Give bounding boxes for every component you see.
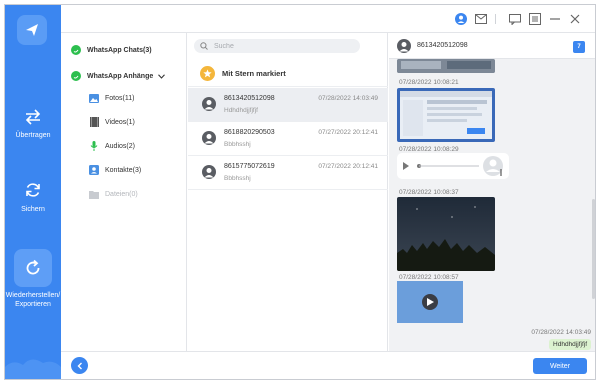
next-button[interactable]: Weiter bbox=[533, 358, 587, 374]
chat-row[interactable]: 8615775072619 Bbbhsshj 07/27/2022 20:12:… bbox=[188, 156, 388, 190]
audio-player bbox=[403, 156, 503, 176]
message-timestamp: 07/28/2022 10:08:21 bbox=[399, 79, 459, 86]
category-chats-label: WhatsApp Chats(3) bbox=[87, 46, 152, 54]
chevron-left-icon bbox=[77, 362, 82, 369]
message-timestamp: 07/28/2022 10:08:37 bbox=[399, 189, 459, 196]
top-bar bbox=[61, 5, 595, 33]
close-icon[interactable] bbox=[569, 13, 581, 25]
transfer-icon bbox=[25, 109, 41, 125]
category-contacts-label: Kontakte(3) bbox=[105, 166, 142, 174]
nav-restore-label: Wiederherstellen/ Exportieren bbox=[5, 292, 61, 308]
nav-restore-export[interactable]: Wiederherstellen/ Exportieren bbox=[5, 249, 61, 309]
app-window: Übertragen Sichern Wiederherstellen/ Exp… bbox=[4, 4, 596, 380]
video-thumbnail bbox=[397, 281, 463, 323]
avatar bbox=[397, 39, 411, 53]
category-audios[interactable]: Audios(2) bbox=[89, 141, 135, 151]
category-files-label: Dateien(0) bbox=[105, 190, 138, 198]
conversation-panel: 07/28/2022 10:08:21 07/28/2022 10:08:29 bbox=[389, 59, 595, 351]
category-whatsapp-attachments[interactable]: WhatsApp Anhänge bbox=[71, 71, 166, 81]
avatar bbox=[202, 165, 216, 179]
category-photos-label: Fotos(11) bbox=[105, 94, 135, 102]
conversation-title: 8613420512098 bbox=[417, 42, 468, 49]
app-logo bbox=[17, 15, 47, 45]
restore-icon-box bbox=[14, 249, 52, 287]
calendar-day: 7 bbox=[577, 44, 581, 50]
search-bar[interactable] bbox=[194, 39, 360, 53]
avatar bbox=[202, 97, 216, 111]
avatar bbox=[202, 131, 216, 145]
chat-snippet: Bbbhsshj bbox=[224, 175, 251, 182]
starred-label: Mit Stern markiert bbox=[222, 69, 286, 78]
audio-message[interactable] bbox=[397, 153, 509, 179]
back-button[interactable] bbox=[71, 357, 88, 374]
message-timestamp: 07/28/2022 10:08:29 bbox=[399, 146, 459, 153]
backup-icon bbox=[26, 183, 40, 197]
minimize-icon[interactable] bbox=[549, 13, 561, 25]
cloud-decoration bbox=[5, 359, 61, 379]
image-message[interactable] bbox=[397, 59, 495, 73]
category-audios-label: Audios(2) bbox=[105, 142, 135, 150]
nav-backup[interactable]: Sichern bbox=[5, 181, 61, 214]
category-videos[interactable]: Videos(1) bbox=[89, 117, 135, 127]
message-text: Hdhdhdjjfjfjf bbox=[553, 341, 587, 348]
message-timestamp: 07/28/2022 10:08:57 bbox=[399, 274, 459, 281]
chevron-down-icon bbox=[158, 73, 166, 79]
mail-icon[interactable] bbox=[475, 13, 487, 25]
chat-snippet: Hdhdhdjjfjfjf bbox=[224, 107, 258, 114]
toolbar-divider bbox=[495, 14, 496, 24]
chat-name: 8618820290503 bbox=[224, 129, 275, 136]
message-timestamp: 07/28/2022 14:03:49 bbox=[531, 329, 591, 336]
chat-name: 8613420512098 bbox=[224, 95, 275, 102]
chat-row[interactable]: 8618820290503 Bbbhsshj 07/27/2022 20:12:… bbox=[188, 122, 388, 156]
search-input[interactable] bbox=[214, 42, 344, 50]
category-attachments-label: WhatsApp Anhänge bbox=[87, 72, 154, 80]
chat-snippet: Bbbhsshj bbox=[224, 141, 251, 148]
category-whatsapp-chats[interactable]: WhatsApp Chats(3) bbox=[71, 45, 152, 55]
image-message[interactable] bbox=[397, 88, 495, 142]
footer-bar: Weiter bbox=[61, 351, 595, 379]
logo-icon bbox=[26, 24, 38, 36]
scrollbar[interactable] bbox=[592, 199, 595, 299]
whatsapp-icon bbox=[71, 45, 81, 55]
category-videos-label: Videos(1) bbox=[105, 118, 135, 126]
star-icon bbox=[200, 66, 215, 81]
starred-messages-row[interactable]: Mit Stern markiert bbox=[188, 61, 388, 87]
search-icon bbox=[200, 42, 208, 50]
nav-backup-label: Sichern bbox=[21, 206, 45, 213]
chat-row[interactable]: 8613420512098 Hdhdhdjjfjfjf 07/28/2022 1… bbox=[188, 88, 388, 122]
video-message[interactable] bbox=[397, 281, 463, 323]
nav-transfer[interactable]: Übertragen bbox=[5, 109, 61, 140]
category-contacts[interactable]: Kontakte(3) bbox=[89, 165, 141, 175]
text-message-bubble: Hdhdhdjjfjfjf bbox=[549, 339, 591, 350]
category-panel: WhatsApp Chats(3) WhatsApp Anhänge Fotos… bbox=[61, 33, 187, 351]
sidebar: Übertragen Sichern Wiederherstellen/ Exp… bbox=[5, 5, 61, 379]
feedback-icon[interactable] bbox=[509, 13, 521, 25]
photo-icon bbox=[89, 93, 99, 103]
calendar-icon[interactable]: 7 bbox=[573, 41, 585, 53]
image-message[interactable] bbox=[397, 197, 495, 271]
chat-time: 07/27/2022 20:12:41 bbox=[318, 163, 378, 170]
conversation-header: 8613420512098 7 bbox=[389, 33, 595, 59]
chat-time: 07/27/2022 20:12:41 bbox=[318, 129, 378, 136]
contacts-icon bbox=[89, 165, 99, 175]
chat-name: 8615775072619 bbox=[224, 163, 275, 170]
restore-icon bbox=[26, 259, 40, 275]
whatsapp-icon bbox=[71, 71, 81, 81]
category-files: Dateien(0) bbox=[89, 189, 138, 199]
video-icon bbox=[89, 117, 99, 127]
chat-list-panel: Mit Stern markiert 8613420512098 Hdhdhdj… bbox=[188, 33, 388, 351]
category-photos[interactable]: Fotos(11) bbox=[89, 93, 134, 103]
folder-icon bbox=[89, 189, 99, 199]
chat-time: 07/28/2022 14:03:49 bbox=[318, 95, 378, 102]
account-icon[interactable] bbox=[455, 13, 467, 25]
menu-icon[interactable] bbox=[529, 13, 541, 25]
microphone-icon bbox=[89, 141, 99, 151]
nav-transfer-label: Übertragen bbox=[15, 132, 51, 139]
